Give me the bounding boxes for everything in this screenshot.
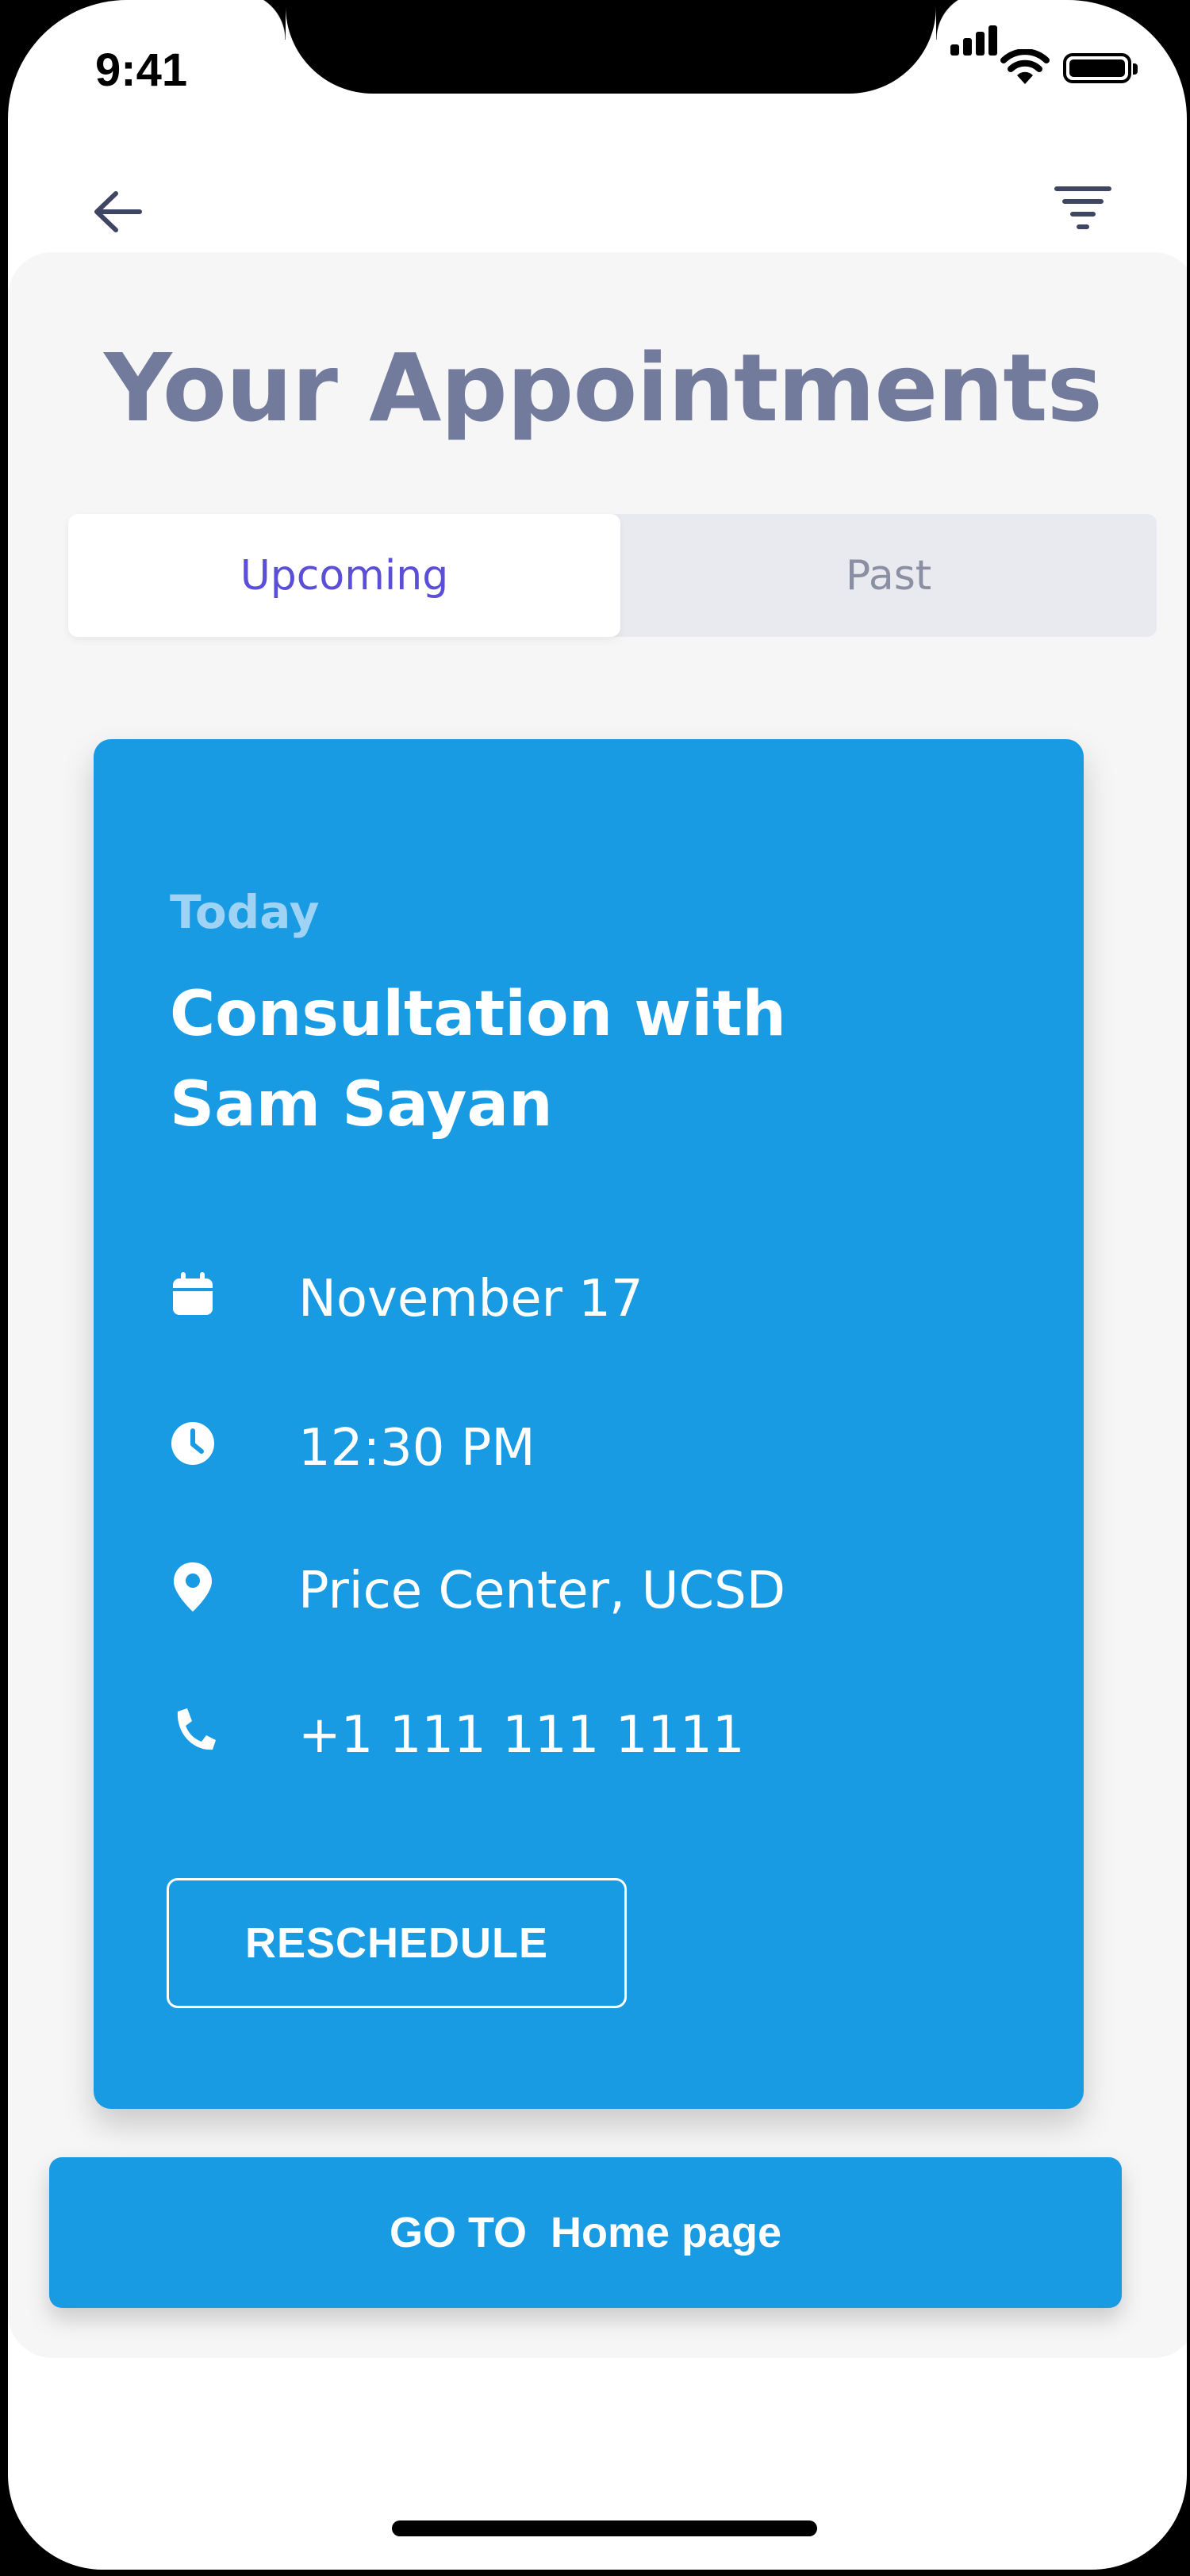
reschedule-button[interactable]: RESCHEDULE [167,1878,627,2008]
phone-icon [177,1708,216,1750]
appointment-tabs: Upcoming Past [68,514,1157,637]
appointment-phone-row: +1 111 111 1111 [170,1696,1042,1775]
appointment-title-line2: Sam Sayan [170,1069,553,1140]
phone-frame: 9:41 Your Appointments Upcoming Past Tod… [0,0,1190,2576]
appointment-phone: +1 111 111 1111 [298,1706,745,1765]
appointment-location-row: Price Center, UCSD [170,1551,1042,1631]
calendar-icon [173,1272,213,1315]
battery-icon [1063,53,1138,83]
arrow-left-icon [94,191,142,232]
tab-past[interactable]: Past [620,514,1157,637]
appointment-card: Today Consultation with Sam Sayan Novemb… [94,739,1084,2109]
appointment-title-line1: Consultation with [170,979,786,1050]
device-notch [238,0,984,94]
appointment-date-row: November 17 [170,1259,1042,1339]
location-pin-icon [174,1562,212,1612]
clock-icon [171,1422,214,1465]
app-screen: 9:41 Your Appointments Upcoming Past Tod… [8,0,1187,2570]
filter-icon [1054,186,1111,229]
appointment-time-row: 12:30 PM [170,1409,1042,1488]
appointment-time: 12:30 PM [298,1419,536,1478]
wifi-icon [1000,49,1050,84]
appointment-day: Today [170,885,320,939]
go-to-home-button[interactable]: GO TO Home page [49,2157,1122,2308]
home-indicator [392,2520,817,2536]
appointment-date: November 17 [298,1270,643,1328]
appointment-location: Price Center, UCSD [298,1562,785,1620]
status-time: 9:41 [95,44,188,96]
filter-button[interactable] [1047,181,1119,238]
tab-upcoming[interactable]: Upcoming [68,514,620,637]
page-title: Your Appointments [104,333,1103,443]
appointment-title: Consultation with Sam Sayan [170,969,963,1150]
back-button[interactable] [87,184,151,240]
